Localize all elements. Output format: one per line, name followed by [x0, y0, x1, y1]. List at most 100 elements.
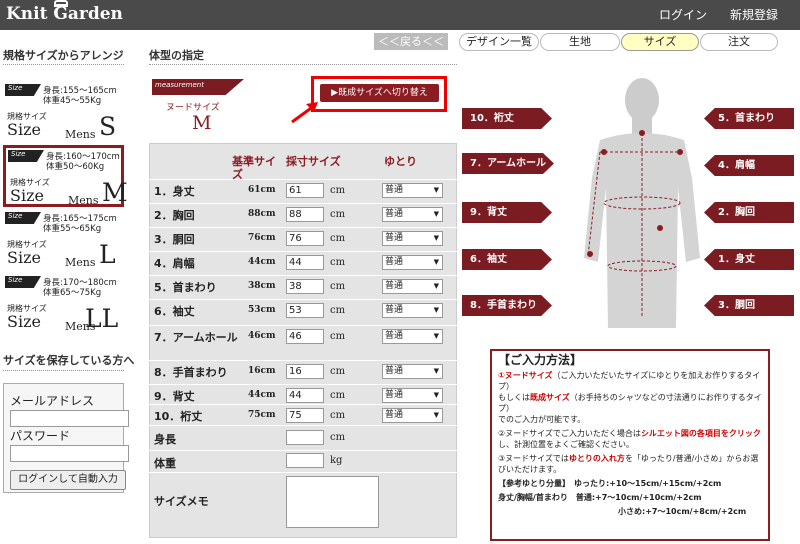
weight-range: 体重45～55Kg	[43, 96, 102, 106]
row-ease-select[interactable]: 普通	[382, 279, 443, 294]
figure-btn-body-length[interactable]: 1．身丈	[704, 249, 794, 270]
row-base-size: 16cm	[248, 366, 276, 376]
row-size-input[interactable]: 75	[286, 408, 324, 423]
register-link[interactable]: 新規登録	[730, 6, 778, 23]
row-base-size: 61cm	[248, 185, 276, 195]
weight-range: 体重65～75Kg	[43, 288, 102, 298]
row-unit: cm	[330, 185, 346, 196]
guide-text: ③ヌードサイズでは	[498, 454, 569, 463]
memo-label: サイズメモ	[154, 495, 209, 508]
row-size-input[interactable]: 44	[286, 388, 324, 403]
email-field[interactable]	[10, 410, 129, 427]
row-label: 10．裄丈	[154, 410, 203, 423]
row-label: 6．袖丈	[154, 305, 195, 318]
tab-size[interactable]: サイズ	[621, 33, 699, 51]
row-label: 7．アームホール	[154, 331, 238, 344]
red-arrow-icon	[291, 102, 318, 124]
row-label: 5．首まわり	[154, 281, 217, 294]
size-big-label: Size	[7, 248, 41, 267]
figure-btn-neck[interactable]: 5．首まわり	[704, 108, 794, 129]
row-divider	[149, 450, 457, 451]
guide-step-1: ①ヌードサイズ（ご入力いただいたサイズにゆとりを加えお作りするタイプ） もしくは既…	[498, 370, 762, 425]
sidebar-heading: 規格サイズからアレンジ	[3, 49, 124, 62]
figure-btn-arm-length[interactable]: 6．袖丈	[462, 249, 552, 270]
row-ease-select[interactable]: 普通	[382, 183, 443, 198]
tab-design-list[interactable]: デザイン一覧	[459, 33, 539, 51]
row-size-input[interactable]: 53	[286, 303, 324, 318]
tab-order[interactable]: 注文	[700, 33, 778, 51]
measurement-tag: measurement	[152, 79, 244, 95]
login-autofill-button[interactable]: ログインして自動入力	[10, 470, 126, 490]
row-base-size: 38cm	[248, 281, 276, 291]
row-size-input[interactable]: 88	[286, 207, 324, 222]
guide-text: 普通:+7～10cm/+10cm/+2cm	[575, 493, 702, 502]
login-box: メールアドレス パスワード ログインして自動入力	[3, 383, 129, 493]
guide-text: し、計測位置をよくご確認ください。	[498, 440, 634, 449]
row-divider	[149, 325, 457, 326]
col-ease: ゆとり	[384, 155, 417, 168]
password-label: パスワード	[10, 429, 71, 443]
size-letter: M	[102, 178, 128, 207]
height-range: 身長:155～165cm	[43, 86, 117, 96]
row-ease-select[interactable]: 普通	[382, 388, 443, 403]
logo[interactable]: Knit Garden	[6, 0, 123, 24]
figure-btn-back-length[interactable]: 9．背丈	[462, 202, 552, 223]
size-memo-field[interactable]	[286, 476, 379, 528]
row-ease-select[interactable]: 普通	[382, 364, 443, 379]
row-divider	[149, 179, 457, 180]
top-bar: Knit Garden ログイン 新規登録	[0, 0, 800, 30]
login-link[interactable]: ログイン	[659, 6, 707, 23]
password-field[interactable]	[10, 445, 129, 462]
row-label: 9．背丈	[154, 390, 195, 403]
size-big-label: Size	[7, 120, 41, 139]
size-card-s[interactable]: Size 身長:155～165cm 体重45～55Kg 規格サイズ Size Me…	[3, 82, 124, 144]
row-divider	[149, 384, 457, 385]
figure-btn-chest[interactable]: 2．胸回	[704, 202, 794, 223]
row-size-input[interactable]: 61	[286, 183, 324, 198]
figure-btn-waist[interactable]: 3．胴回	[704, 295, 794, 316]
logo-text: Knit Garden	[6, 4, 123, 24]
row-divider	[149, 404, 457, 405]
back-button[interactable]: ＜＜戻る＜＜	[374, 33, 448, 50]
row-label: 4．肩幅	[154, 257, 195, 270]
guide-step-3: ③ヌードサイズではゆとりの入れ方を「ゆったり/普通/小さめ」からお選びいただけま…	[498, 453, 762, 475]
size-letter: L	[99, 240, 116, 269]
row-ease-select[interactable]: 普通	[382, 408, 443, 423]
size-tag: Size	[5, 84, 41, 96]
nude-size-value: M	[192, 112, 212, 134]
tab-fabric[interactable]: 生地	[540, 33, 620, 51]
size-card-ll[interactable]: Size 身長:170～180cm 体重65～75Kg 規格サイズ Size Me…	[3, 274, 124, 336]
row-divider	[149, 203, 457, 204]
size-card-m[interactable]: Size 身長:160～170cm 体重50～60Kg 規格サイズ Size Me…	[3, 145, 128, 207]
size-letter: LL	[85, 304, 119, 333]
figure-btn-sleeve-length[interactable]: 10．裄丈	[462, 108, 552, 129]
height-range: 身長:165～175cm	[43, 214, 117, 224]
row-unit: cm	[330, 366, 346, 377]
row-ease-select[interactable]: 普通	[382, 303, 443, 318]
row-ease-select[interactable]: 普通	[382, 207, 443, 222]
row-size-input[interactable]: 16	[286, 364, 324, 379]
figure-btn-wrist[interactable]: 8．手首まわり	[462, 295, 552, 316]
size-card-l[interactable]: Size 身長:165～175cm 体重55～65Kg 規格サイズ Size Me…	[3, 210, 124, 272]
row-size-input[interactable]: 38	[286, 279, 324, 294]
size-spec: 身長:165～175cm 体重55～65Kg	[43, 214, 117, 234]
figure-btn-armhole[interactable]: 7．アームホール	[462, 153, 554, 174]
switch-to-ready-size-button[interactable]: ▶既成サイズへ切り替え	[320, 84, 439, 102]
row-base-size: 88cm	[248, 209, 276, 219]
row-ease-select[interactable]: 普通	[382, 329, 443, 344]
row-size-input[interactable]: 76	[286, 231, 324, 246]
row-base-size: 76cm	[248, 233, 276, 243]
row-ease-select[interactable]: 普通	[382, 255, 443, 270]
row-unit: cm	[330, 233, 346, 244]
guide-text: 既成サイズ	[530, 393, 570, 402]
row-ease-select[interactable]: 普通	[382, 231, 443, 246]
figure-btn-shoulder[interactable]: 4．肩幅	[704, 155, 794, 176]
size-spec: 身長:170～180cm 体重65～75Kg	[43, 278, 117, 298]
weight-field[interactable]	[286, 453, 324, 468]
height-field[interactable]	[286, 430, 324, 445]
guide-step-2: ②ヌードサイズでご入力いただく場合はシルエット図の各項目をクリックし、計測位置を…	[498, 428, 762, 450]
guide-text: シルエット図の各項目をクリック	[640, 429, 761, 438]
row-size-input[interactable]: 44	[286, 255, 324, 270]
row-size-input[interactable]: 46	[286, 329, 324, 344]
mens-label: Mens	[65, 256, 96, 269]
